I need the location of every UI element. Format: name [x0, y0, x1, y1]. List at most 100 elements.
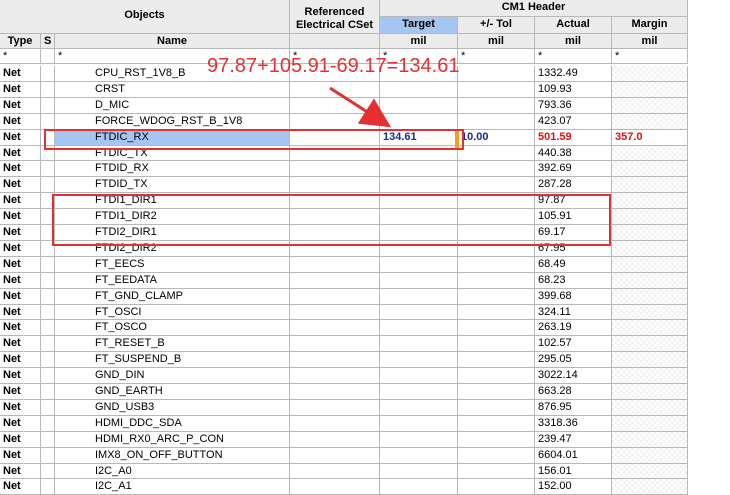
row-tol[interactable]: [458, 82, 535, 98]
row-target[interactable]: [380, 368, 458, 384]
row-name[interactable]: GND_EARTH: [55, 384, 290, 400]
row-tol[interactable]: [458, 98, 535, 114]
row-tol[interactable]: [458, 66, 535, 82]
row-type[interactable]: Net: [0, 320, 41, 336]
row-target[interactable]: [380, 400, 458, 416]
row-ref[interactable]: [290, 384, 380, 400]
row-ref[interactable]: [290, 273, 380, 289]
row-ref[interactable]: [290, 432, 380, 448]
row-type[interactable]: Net: [0, 448, 41, 464]
header-actual[interactable]: Actual: [535, 17, 612, 34]
row-tol[interactable]: [458, 257, 535, 273]
row-tol[interactable]: [458, 384, 535, 400]
row-target[interactable]: [380, 305, 458, 320]
row-ref[interactable]: [290, 479, 380, 495]
row-name[interactable]: FTDI1_DIR1: [55, 193, 290, 209]
row-ref[interactable]: [290, 114, 380, 130]
row-target[interactable]: [380, 98, 458, 114]
row-ref[interactable]: [290, 289, 380, 305]
row-ref[interactable]: [290, 305, 380, 320]
row-ref[interactable]: [290, 193, 380, 209]
row-type[interactable]: Net: [0, 305, 41, 320]
row-ref[interactable]: [290, 161, 380, 177]
row-type[interactable]: Net: [0, 336, 41, 352]
row-type[interactable]: Net: [0, 273, 41, 289]
row-ref[interactable]: [290, 320, 380, 336]
row-type[interactable]: Net: [0, 479, 41, 495]
row-tol[interactable]: [458, 273, 535, 289]
row-type[interactable]: Net: [0, 82, 41, 98]
row-tol[interactable]: [458, 352, 535, 368]
row-target[interactable]: [380, 193, 458, 209]
row-tol[interactable]: [458, 305, 535, 320]
row-ref[interactable]: [290, 146, 380, 161]
row-ref[interactable]: [290, 257, 380, 273]
row-tol[interactable]: [458, 368, 535, 384]
row-tol[interactable]: [458, 448, 535, 464]
row-tol[interactable]: [458, 114, 535, 130]
row-target[interactable]: [380, 432, 458, 448]
row-tol[interactable]: [458, 146, 535, 161]
row-target[interactable]: 134.61: [380, 130, 458, 146]
row-target[interactable]: [380, 177, 458, 193]
filter-tol[interactable]: *: [458, 49, 535, 64]
row-target[interactable]: [380, 161, 458, 177]
row-name[interactable]: D_MIC: [55, 98, 290, 114]
row-target[interactable]: [380, 416, 458, 432]
header-tol[interactable]: +/- Tol: [458, 17, 535, 34]
row-name[interactable]: FTDI1_DIR2: [55, 209, 290, 225]
row-name[interactable]: FTDID_RX: [55, 161, 290, 177]
row-type[interactable]: Net: [0, 193, 41, 209]
row-tol[interactable]: [458, 209, 535, 225]
row-ref[interactable]: [290, 82, 380, 98]
row-target[interactable]: [380, 448, 458, 464]
row-target[interactable]: [380, 464, 458, 479]
row-target[interactable]: [380, 209, 458, 225]
row-name[interactable]: FT_RESET_B: [55, 336, 290, 352]
row-tol[interactable]: [458, 320, 535, 336]
row-ref[interactable]: [290, 368, 380, 384]
row-ref[interactable]: [290, 241, 380, 257]
row-tol[interactable]: [458, 464, 535, 479]
filter-s[interactable]: [41, 49, 55, 64]
row-tol[interactable]: [458, 225, 535, 241]
row-type[interactable]: Net: [0, 161, 41, 177]
row-name[interactable]: IMX8_ON_OFF_BUTTON: [55, 448, 290, 464]
header-target[interactable]: Target: [380, 17, 458, 34]
row-tol[interactable]: [458, 193, 535, 209]
row-name[interactable]: FT_OSCI: [55, 305, 290, 320]
row-tol[interactable]: [458, 416, 535, 432]
row-target[interactable]: [380, 384, 458, 400]
row-ref[interactable]: [290, 209, 380, 225]
row-name[interactable]: FTDI2_DIR1: [55, 225, 290, 241]
row-ref[interactable]: [290, 177, 380, 193]
row-tol[interactable]: [458, 400, 535, 416]
row-target[interactable]: [380, 479, 458, 495]
row-name[interactable]: I2C_A0: [55, 464, 290, 479]
filter-margin[interactable]: *: [612, 49, 688, 64]
row-tol[interactable]: [458, 161, 535, 177]
row-name[interactable]: GND_DIN: [55, 368, 290, 384]
row-name[interactable]: HDMI_DDC_SDA: [55, 416, 290, 432]
row-name[interactable]: GND_USB3: [55, 400, 290, 416]
row-name[interactable]: FT_GND_CLAMP: [55, 289, 290, 305]
row-name[interactable]: I2C_A1: [55, 479, 290, 495]
row-target[interactable]: [380, 225, 458, 241]
filter-type[interactable]: *: [0, 49, 41, 64]
row-tol[interactable]: [458, 336, 535, 352]
row-type[interactable]: Net: [0, 432, 41, 448]
row-type[interactable]: Net: [0, 177, 41, 193]
row-ref[interactable]: [290, 400, 380, 416]
row-target[interactable]: [380, 289, 458, 305]
row-type[interactable]: Net: [0, 464, 41, 479]
row-type[interactable]: Net: [0, 416, 41, 432]
row-target[interactable]: [380, 82, 458, 98]
row-type[interactable]: Net: [0, 114, 41, 130]
row-tol[interactable]: 10.00: [458, 130, 535, 146]
row-type[interactable]: Net: [0, 257, 41, 273]
row-tol[interactable]: [458, 479, 535, 495]
row-type[interactable]: Net: [0, 368, 41, 384]
row-name[interactable]: CRST: [55, 82, 290, 98]
row-name[interactable]: FT_EEDATA: [55, 273, 290, 289]
row-name[interactable]: HDMI_RX0_ARC_P_CON: [55, 432, 290, 448]
